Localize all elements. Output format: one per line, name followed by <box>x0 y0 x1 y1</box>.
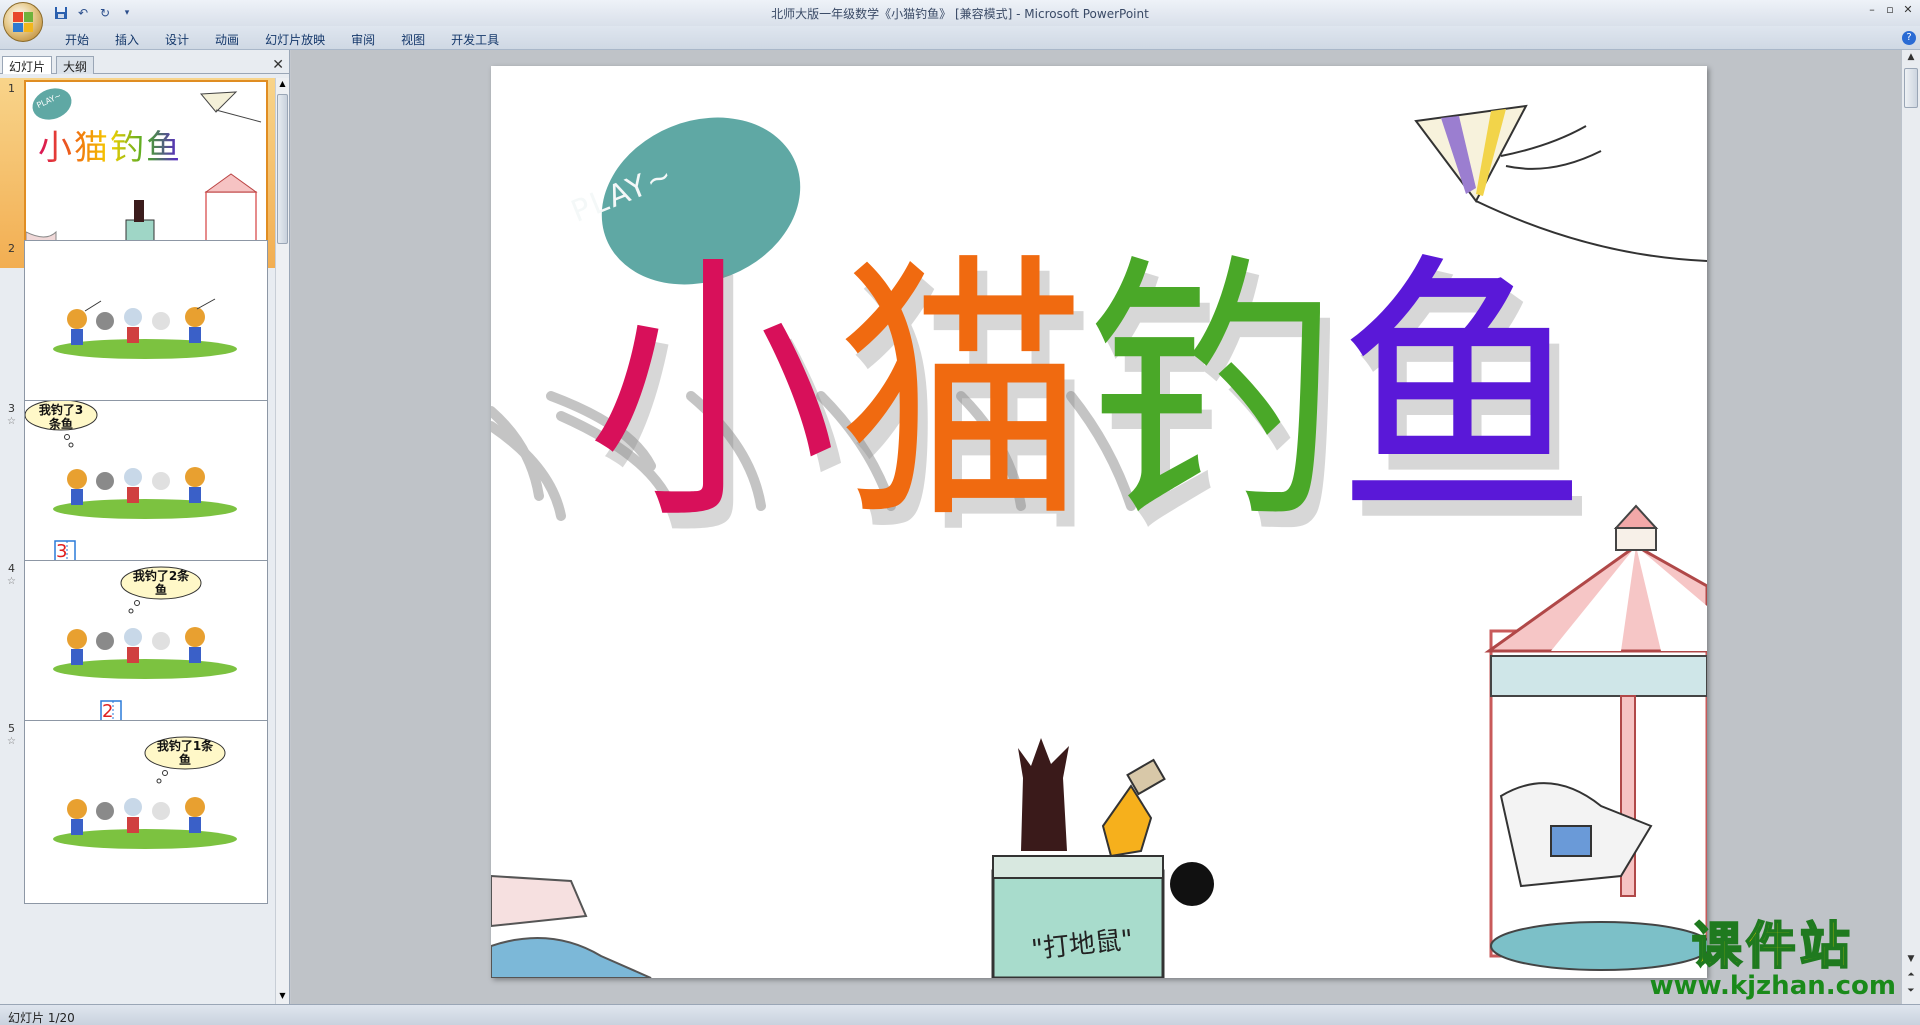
slide-number: 1 <box>8 82 15 95</box>
office-logo-icon <box>13 12 33 32</box>
speech-bubble-text: 我钓了3条鱼 <box>38 403 84 431</box>
tab-slideshow[interactable]: 幻灯片放映 <box>252 29 338 50</box>
animation-star-icon: ☆ <box>7 736 16 747</box>
scroll-down-icon[interactable]: ▼ <box>277 991 288 1003</box>
thumbnail-list: 1 小猫钓鱼 PLAY~ 2 3 ☆ 我钓了3条鱼 3 4 ☆ 我钓了2条鱼 2… <box>0 78 276 1004</box>
slide-thumbnail[interactable]: 小猫钓鱼 PLAY~ <box>24 80 268 264</box>
pane-scrollbar[interactable]: ▲ ▼ <box>275 78 289 1004</box>
thumbnail-1-title-char: 小猫钓鱼 <box>38 120 182 169</box>
tab-outline[interactable]: 大纲 <box>56 56 95 74</box>
animation-star-icon: ☆ <box>7 416 16 427</box>
watermark-logo: 课件站 www.kjzhan.com <box>1649 917 1896 1001</box>
slide-number: 3 <box>8 402 15 415</box>
speech-bubble-text: 我钓了2条鱼 <box>132 569 190 597</box>
cats-scene-art <box>53 736 237 849</box>
ribbon: 开始 插入 设计 动画 幻灯片放映 审阅 视图 开发工具 ? <box>0 26 1920 50</box>
tab-home[interactable]: 开始 <box>52 29 102 50</box>
slide-canvas[interactable]: PLAY~ 小 猫 钓 鱼 "打地鼠" <box>491 66 1707 978</box>
slide-number: 4 <box>8 562 15 575</box>
title-char-1: 小 <box>587 230 837 557</box>
office-button[interactable] <box>3 2 43 42</box>
scroll-up-icon[interactable]: ▲ <box>277 79 288 91</box>
previous-slide-icon[interactable]: ⏶ <box>1904 970 1918 984</box>
title-char-2: 猫 <box>837 230 1087 557</box>
thumbnail-slide-5[interactable]: 5 ☆ 我钓了1条鱼 <box>0 718 276 908</box>
title-bar: ↶ ↻ ▾ 北师大版一年级数学《小猫钓鱼》 [兼容模式] - Microsoft… <box>0 0 1920 26</box>
main-vertical-scrollbar[interactable]: ▲ ▼ ⏶ ⏷ <box>1901 50 1920 1004</box>
tab-review[interactable]: 审阅 <box>338 29 388 50</box>
tab-design[interactable]: 设计 <box>152 29 202 50</box>
tab-developer[interactable]: 开发工具 <box>438 29 512 50</box>
title-char-4: 鱼 <box>1337 230 1587 557</box>
slide-number: 2 <box>8 242 15 255</box>
speech-bubble-text: 我钓了1条鱼 <box>156 739 214 767</box>
scroll-down-icon[interactable]: ▼ <box>1904 954 1918 968</box>
watermark-title: 课件站 <box>1691 917 1854 975</box>
next-slide-icon[interactable]: ⏷ <box>1904 986 1918 1000</box>
close-pane-icon[interactable]: ✕ <box>272 57 284 73</box>
status-bar: 幻灯片 1/20 <box>0 1004 1920 1025</box>
thumbnail-1-title: 小猫钓鱼 <box>38 120 182 169</box>
pane-tabs: 幻灯片 大纲 ✕ <box>0 54 290 74</box>
tab-animations[interactable]: 动画 <box>202 29 252 50</box>
slide-number: 5 <box>8 722 15 735</box>
tab-view[interactable]: 视图 <box>388 29 438 50</box>
help-icon[interactable]: ? <box>1902 31 1916 45</box>
close-window-button[interactable]: ✕ <box>1900 3 1916 17</box>
cats-scene-art <box>53 298 237 359</box>
pane-scroll-handle[interactable] <box>277 94 288 244</box>
tab-slides[interactable]: 幻灯片 <box>2 56 53 74</box>
slide-thumbnail[interactable] <box>24 240 268 424</box>
slide-editing-area[interactable]: PLAY~ 小 猫 钓 鱼 "打地鼠" <box>291 50 1901 1004</box>
ribbon-tabs: 开始 插入 设计 动画 幻灯片放映 审阅 视图 开发工具 <box>52 29 512 50</box>
window-title: 北师大版一年级数学《小猫钓鱼》 [兼容模式] - Microsoft Power… <box>771 7 1149 21</box>
scroll-up-icon[interactable]: ▲ <box>1904 52 1918 66</box>
watermark-url: www.kjzhan.com <box>1649 971 1896 1001</box>
slide-thumbnail[interactable]: 我钓了2条鱼 2 <box>24 560 268 744</box>
restore-button[interactable]: ▫ <box>1882 3 1898 17</box>
tab-insert[interactable]: 插入 <box>102 29 152 50</box>
slide-title[interactable]: 小 猫 钓 鱼 <box>587 253 1587 533</box>
slides-pane: 幻灯片 大纲 ✕ 1 小猫钓鱼 PLAY~ 2 3 ☆ 我钓了3条鱼 3 4 ☆… <box>0 50 290 1004</box>
animation-star-icon: ☆ <box>7 576 16 587</box>
slide-thumbnail[interactable]: 我钓了3条鱼 3 <box>24 400 268 584</box>
slide-thumbnail[interactable]: 我钓了1条鱼 <box>24 720 268 904</box>
slide-indicator: 幻灯片 1/20 <box>8 1011 75 1025</box>
title-char-3: 钓 <box>1087 230 1337 557</box>
minimize-button[interactable]: – <box>1864 3 1880 17</box>
main-scroll-handle[interactable] <box>1904 68 1918 108</box>
window-controls: – ▫ ✕ <box>1864 3 1916 17</box>
thumbnail-1-art <box>26 88 262 262</box>
mole-character <box>1018 738 1069 851</box>
